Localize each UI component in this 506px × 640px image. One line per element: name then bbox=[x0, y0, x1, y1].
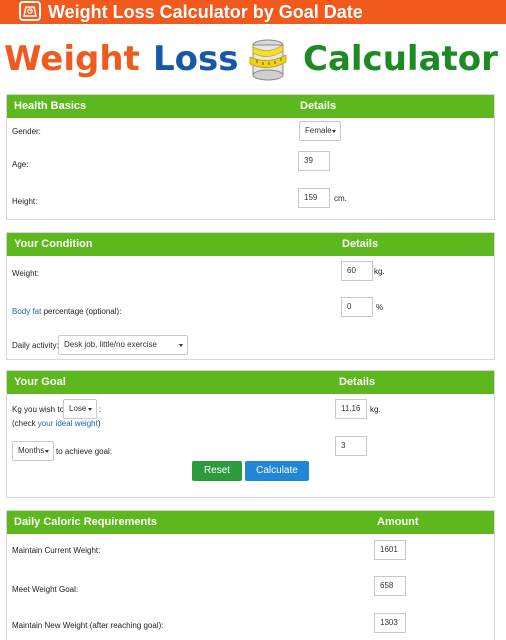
your-condition-header: Your Condition Details bbox=[7, 233, 494, 256]
gender-value: Female bbox=[305, 126, 332, 135]
logo-word-weight: Weight bbox=[4, 39, 140, 79]
your-goal-header: Your Goal Details bbox=[7, 371, 494, 394]
kg-wish-label: Kg you wish to bbox=[12, 405, 65, 414]
calculate-button[interactable]: Calculate bbox=[245, 461, 309, 481]
check-suffix: ) bbox=[97, 419, 101, 428]
check-ideal-weight: (check your ideal weight) bbox=[12, 419, 101, 428]
activity-value: Desk job, little/no exercise bbox=[64, 340, 157, 349]
condition-details-col: Details bbox=[342, 238, 379, 250]
weight-label: Weight: bbox=[12, 269, 39, 278]
period-label: to achieve goal: bbox=[56, 447, 113, 456]
health-basics-header: Health Basics Details bbox=[7, 95, 494, 118]
result-value: 1303 bbox=[374, 613, 406, 633]
lose-gain-select[interactable]: Lose bbox=[63, 399, 97, 419]
result-label: Maintain New Weight (after reaching goal… bbox=[12, 621, 164, 630]
period-unit-value: Months bbox=[18, 446, 45, 455]
result-value: 658 bbox=[374, 576, 406, 596]
chevron-down-icon bbox=[179, 344, 183, 347]
weight-input[interactable]: 60 bbox=[341, 261, 373, 281]
bodyfat-input[interactable]: 0 bbox=[341, 297, 373, 317]
height-unit: cm. bbox=[334, 194, 347, 203]
gender-label: Gender: bbox=[12, 127, 41, 136]
page-title: Weight Loss Calculator by Goal Date bbox=[48, 2, 363, 22]
check-prefix: (check bbox=[12, 419, 38, 428]
period-unit-select[interactable]: Months bbox=[12, 441, 54, 461]
logo-word-loss: Loss bbox=[153, 39, 239, 79]
period-input[interactable]: 3 bbox=[335, 436, 367, 456]
health-basics-title: Health Basics bbox=[14, 100, 87, 112]
reset-button[interactable]: Reset bbox=[192, 461, 242, 481]
health-basics-panel: Health Basics Details Gender: Female Age… bbox=[6, 94, 495, 220]
lose-gain-value: Lose bbox=[69, 404, 87, 413]
health-details-col: Details bbox=[300, 100, 337, 112]
your-condition-panel: Your Condition Details Weight: 60 kg. Bo… bbox=[6, 232, 495, 360]
your-condition-title: Your Condition bbox=[14, 238, 93, 250]
gender-select[interactable]: Female bbox=[299, 121, 341, 141]
chevron-down-icon bbox=[88, 408, 92, 411]
ideal-weight-link[interactable]: your ideal weight bbox=[38, 419, 98, 428]
amount-col: Amount bbox=[377, 516, 419, 528]
age-input[interactable]: 39 bbox=[298, 151, 330, 171]
logo-word-calculator: Calculator bbox=[303, 39, 498, 79]
result-value: 1601 bbox=[374, 540, 406, 560]
chevron-down-icon bbox=[332, 130, 336, 133]
caloric-requirements-panel: Daily Caloric Requirements Amount Mainta… bbox=[6, 510, 495, 640]
chevron-down-icon bbox=[45, 450, 49, 453]
activity-label: Daily activity: bbox=[12, 341, 59, 350]
calculator-logo: Weight Loss Calculator bbox=[0, 34, 506, 84]
weight-unit: kg. bbox=[374, 267, 385, 276]
kg-wish-colon: : bbox=[99, 405, 102, 414]
your-goal-panel: Your Goal Details Kg you wish to Lose : … bbox=[6, 370, 495, 498]
scale-icon bbox=[19, 1, 41, 21]
top-header-bar: Weight Loss Calculator by Goal Date bbox=[0, 0, 506, 24]
body-fat-link[interactable]: Body fat bbox=[12, 307, 41, 316]
bodyfat-unit: % bbox=[376, 303, 384, 312]
caloric-requirements-header: Daily Caloric Requirements Amount bbox=[7, 511, 494, 534]
result-label: Meet Weight Goal: bbox=[12, 585, 79, 594]
result-label: Maintain Current Weight: bbox=[12, 546, 101, 555]
bodyfat-label-text: percentage (optional): bbox=[41, 307, 122, 316]
kg-goal-input[interactable]: 11.16 bbox=[335, 399, 367, 419]
your-goal-title: Your Goal bbox=[14, 376, 66, 388]
height-label: Height: bbox=[12, 197, 38, 206]
activity-select[interactable]: Desk job, little/no exercise bbox=[58, 335, 188, 355]
goal-details-col: Details bbox=[339, 376, 376, 388]
age-label: Age: bbox=[12, 160, 29, 169]
measuring-tape-scale-icon bbox=[245, 37, 291, 95]
caloric-requirements-title: Daily Caloric Requirements bbox=[14, 516, 158, 528]
bodyfat-label: Body fat percentage (optional): bbox=[12, 307, 121, 316]
height-input[interactable]: 159 bbox=[298, 188, 330, 208]
kg-goal-unit: kg. bbox=[370, 405, 381, 414]
